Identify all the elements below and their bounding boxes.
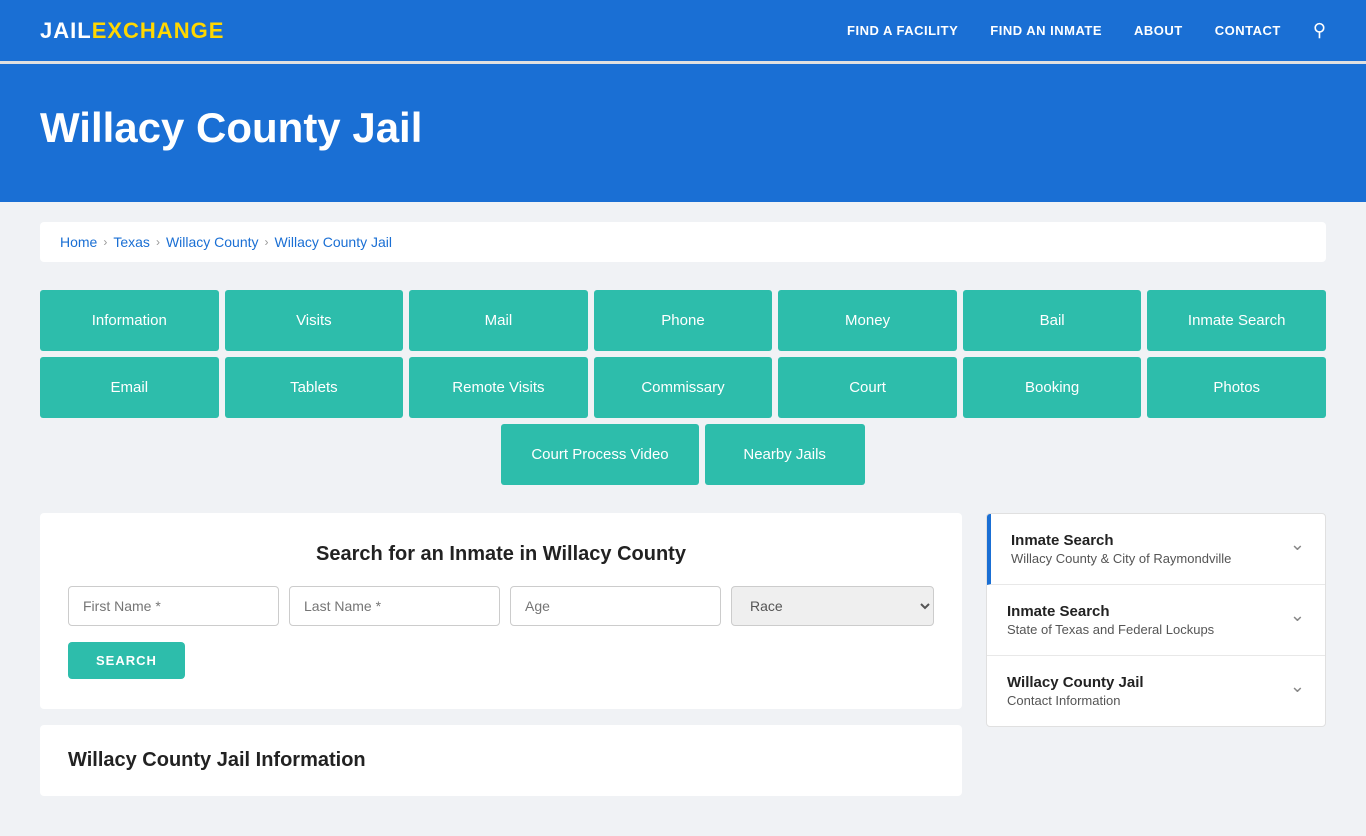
btn-information[interactable]: Information [40, 290, 219, 351]
btn-money[interactable]: Money [778, 290, 957, 351]
sidebar-item-willacy-sub: Willacy County & City of Raymondville [1011, 551, 1231, 566]
btn-phone[interactable]: Phone [594, 290, 773, 351]
btn-court[interactable]: Court [778, 357, 957, 418]
sidebar-item-contact[interactable]: Willacy County Jail Contact Information … [987, 656, 1325, 726]
sidebar-item-willacy[interactable]: Inmate Search Willacy County & City of R… [987, 514, 1325, 585]
btn-booking[interactable]: Booking [963, 357, 1142, 418]
btn-bail[interactable]: Bail [963, 290, 1142, 351]
last-name-input[interactable] [289, 586, 500, 626]
sidebar-item-willacy-title: Inmate Search [1011, 532, 1231, 549]
chevron-down-icon: ⌄ [1290, 534, 1305, 555]
btn-tablets[interactable]: Tablets [225, 357, 404, 418]
hero-section: Willacy County Jail [0, 64, 1366, 202]
sidebar-card: Inmate Search Willacy County & City of R… [986, 513, 1326, 727]
btn-commissary[interactable]: Commissary [594, 357, 773, 418]
page-title: Willacy County Jail [40, 104, 1326, 152]
chevron-down-icon-3: ⌄ [1290, 676, 1305, 697]
btn-court-process-video[interactable]: Court Process Video [501, 424, 698, 485]
left-column: Search for an Inmate in Willacy County R… [40, 513, 962, 796]
sep-2: › [156, 235, 160, 249]
breadcrumb-home[interactable]: Home [60, 234, 97, 250]
btn-nearby-jails[interactable]: Nearby Jails [705, 424, 865, 485]
btn-inmate-search[interactable]: Inmate Search [1147, 290, 1326, 351]
age-input[interactable] [510, 586, 721, 626]
navbar: JAIL EXCHANGE FIND A FACILITY FIND AN IN… [0, 0, 1366, 64]
search-fields: Race White Black Hispanic Asian Other [68, 586, 934, 626]
breadcrumb: Home › Texas › Willacy County › Willacy … [40, 222, 1326, 262]
search-button[interactable]: SEARCH [68, 642, 185, 679]
grid-row-2: Email Tablets Remote Visits Commissary C… [40, 357, 1326, 418]
main-layout: Search for an Inmate in Willacy County R… [40, 513, 1326, 796]
logo-exchange: EXCHANGE [92, 18, 225, 44]
sidebar: Inmate Search Willacy County & City of R… [986, 513, 1326, 727]
search-box: Search for an Inmate in Willacy County R… [40, 513, 962, 709]
nav-contact[interactable]: CONTACT [1215, 23, 1281, 38]
breadcrumb-texas[interactable]: Texas [113, 234, 150, 250]
first-name-input[interactable] [68, 586, 279, 626]
btn-remote-visits[interactable]: Remote Visits [409, 357, 588, 418]
sidebar-item-texas-title: Inmate Search [1007, 603, 1214, 620]
content-area: Home › Texas › Willacy County › Willacy … [0, 202, 1366, 836]
logo-jail: JAIL [40, 18, 92, 44]
btn-email[interactable]: Email [40, 357, 219, 418]
breadcrumb-willacy-county[interactable]: Willacy County [166, 234, 259, 250]
sidebar-item-contact-sub: Contact Information [1007, 693, 1144, 708]
chevron-down-icon-2: ⌄ [1290, 605, 1305, 626]
grid-row-1: Information Visits Mail Phone Money Bail… [40, 290, 1326, 351]
sidebar-item-texas-sub: State of Texas and Federal Lockups [1007, 622, 1214, 637]
logo[interactable]: JAIL EXCHANGE [40, 18, 224, 44]
info-title: Willacy County Jail Information [68, 749, 934, 772]
btn-visits[interactable]: Visits [225, 290, 404, 351]
nav-links: FIND A FACILITY FIND AN INMATE ABOUT CON… [847, 20, 1326, 41]
info-section: Willacy County Jail Information [40, 725, 962, 796]
grid-row-3: Court Process Video Nearby Jails [40, 424, 1326, 485]
sep-3: › [265, 235, 269, 249]
sep-1: › [103, 235, 107, 249]
nav-find-facility[interactable]: FIND A FACILITY [847, 23, 958, 38]
nav-find-inmate[interactable]: FIND AN INMATE [990, 23, 1102, 38]
sidebar-item-texas[interactable]: Inmate Search State of Texas and Federal… [987, 585, 1325, 656]
search-title: Search for an Inmate in Willacy County [68, 543, 934, 566]
btn-mail[interactable]: Mail [409, 290, 588, 351]
nav-about[interactable]: ABOUT [1134, 23, 1183, 38]
breadcrumb-current: Willacy County Jail [275, 234, 392, 250]
race-select[interactable]: Race White Black Hispanic Asian Other [731, 586, 934, 626]
search-icon[interactable]: ⚲ [1313, 20, 1326, 41]
btn-photos[interactable]: Photos [1147, 357, 1326, 418]
sidebar-item-contact-title: Willacy County Jail [1007, 674, 1144, 691]
